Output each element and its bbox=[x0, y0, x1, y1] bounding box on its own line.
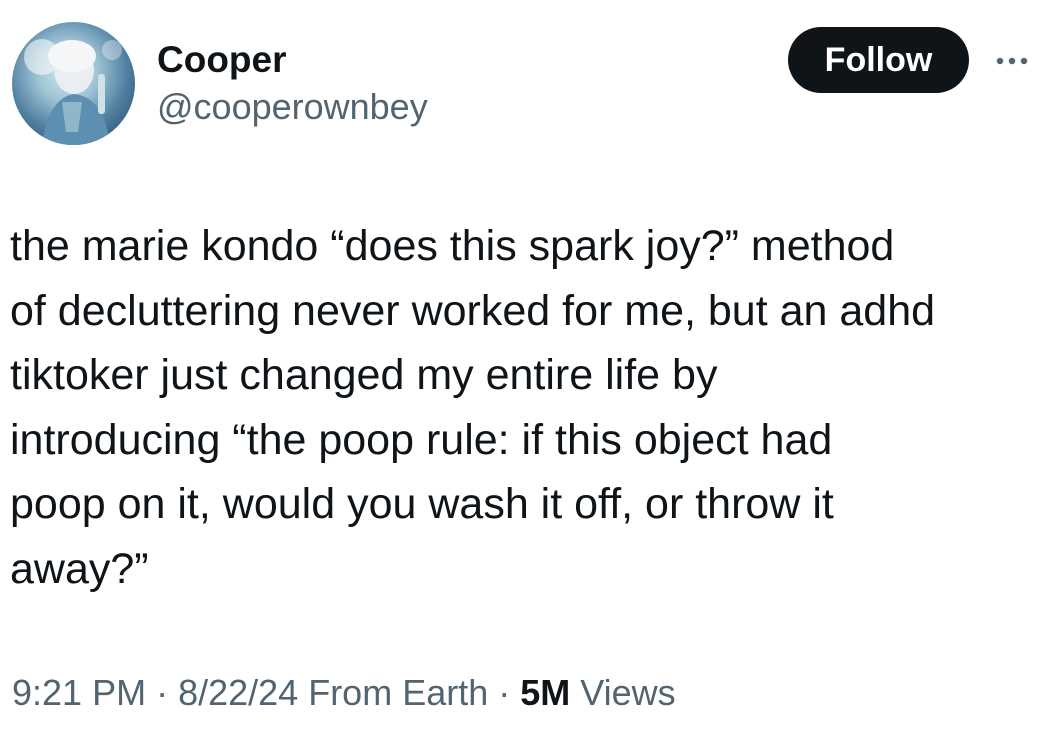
author-names: Cooper @cooperownbey bbox=[157, 38, 428, 128]
tweet-card: Cooper @cooperownbey Follow the marie ko… bbox=[0, 0, 1053, 738]
meta-separator: · bbox=[488, 672, 521, 713]
tweet-text: the marie kondo “does this spark joy?” m… bbox=[10, 214, 1045, 601]
more-options-button[interactable] bbox=[992, 46, 1036, 76]
views-label: Views bbox=[570, 672, 676, 713]
tweet-header: Cooper @cooperownbey Follow bbox=[12, 22, 1042, 146]
tweet-meta: 9:21 PM · 8/22/24 From Earth · 5M Views bbox=[12, 670, 676, 716]
follow-button[interactable]: Follow bbox=[788, 27, 969, 93]
tweet-text-line: the marie kondo “does this spark joy?” m… bbox=[10, 222, 895, 270]
avatar-image bbox=[24, 39, 122, 145]
views-count[interactable]: 5M bbox=[520, 672, 570, 713]
avatar[interactable] bbox=[12, 22, 135, 145]
tweet-time[interactable]: 9:21 PM bbox=[12, 672, 146, 713]
tweet-date[interactable]: 8/22/24 bbox=[178, 672, 298, 713]
tweet-text-line: poop on it, would you wash it off, or th… bbox=[10, 480, 834, 528]
tweet-location: From Earth bbox=[298, 672, 489, 713]
meta-separator: · bbox=[146, 672, 179, 713]
tweet-text-line: tiktoker just changed my entire life by bbox=[10, 351, 718, 399]
tweet-text-line: introducing “the poop rule: if this obje… bbox=[10, 415, 833, 464]
more-dots-icon bbox=[996, 57, 1028, 65]
user-handle[interactable]: @cooperownbey bbox=[157, 86, 428, 128]
tweet-text-line: away?” bbox=[10, 544, 149, 593]
display-name[interactable]: Cooper bbox=[157, 38, 428, 82]
tweet-text-line: of decluttering never worked for me, but… bbox=[10, 286, 936, 335]
